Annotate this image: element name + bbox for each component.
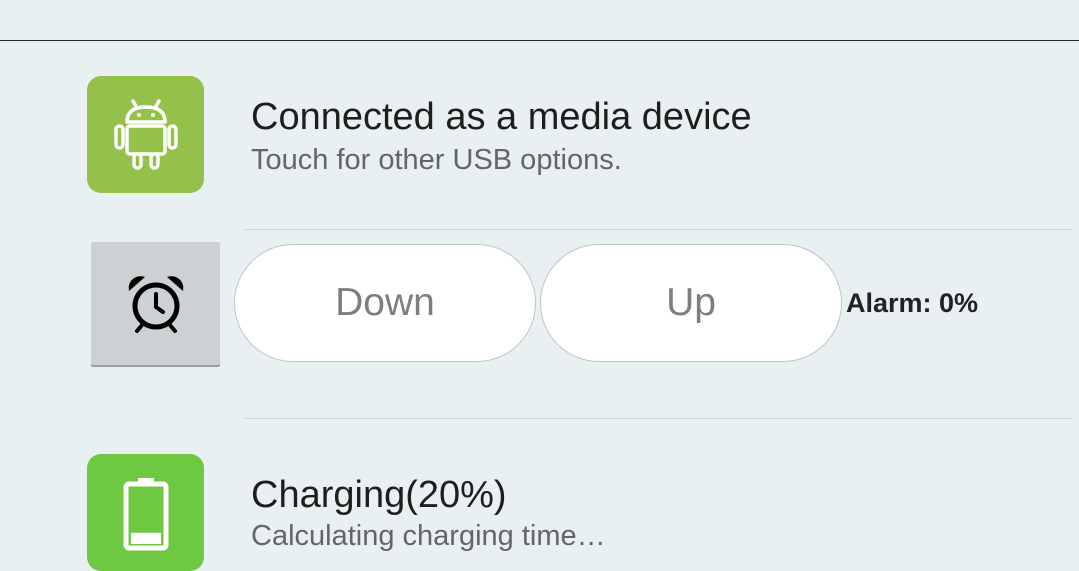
battery-charge-fill: [130, 532, 161, 544]
alarm-level-label: Alarm: 0%: [846, 288, 979, 318]
divider: [244, 418, 1073, 419]
battery-icon: [123, 477, 168, 550]
usb-notification-icon-tile[interactable]: [87, 76, 204, 193]
alarm-down-button[interactable]: Down: [234, 244, 536, 362]
divider: [244, 229, 1073, 230]
status-bar-strip: [0, 0, 1079, 41]
alarm-icon-tile[interactable]: [91, 242, 220, 365]
battery-notification-subtitle[interactable]: Calculating charging time…: [251, 520, 606, 553]
alarm-clock-icon: [128, 275, 183, 333]
battery-notification-title[interactable]: Charging(20%): [251, 474, 507, 517]
usb-notification-subtitle[interactable]: Touch for other USB options.: [251, 144, 622, 177]
android-icon: [113, 98, 178, 170]
alarm-up-button[interactable]: Up: [540, 244, 842, 362]
battery-notification-icon-tile[interactable]: [87, 454, 204, 571]
usb-notification-title[interactable]: Connected as a media device: [251, 96, 752, 139]
